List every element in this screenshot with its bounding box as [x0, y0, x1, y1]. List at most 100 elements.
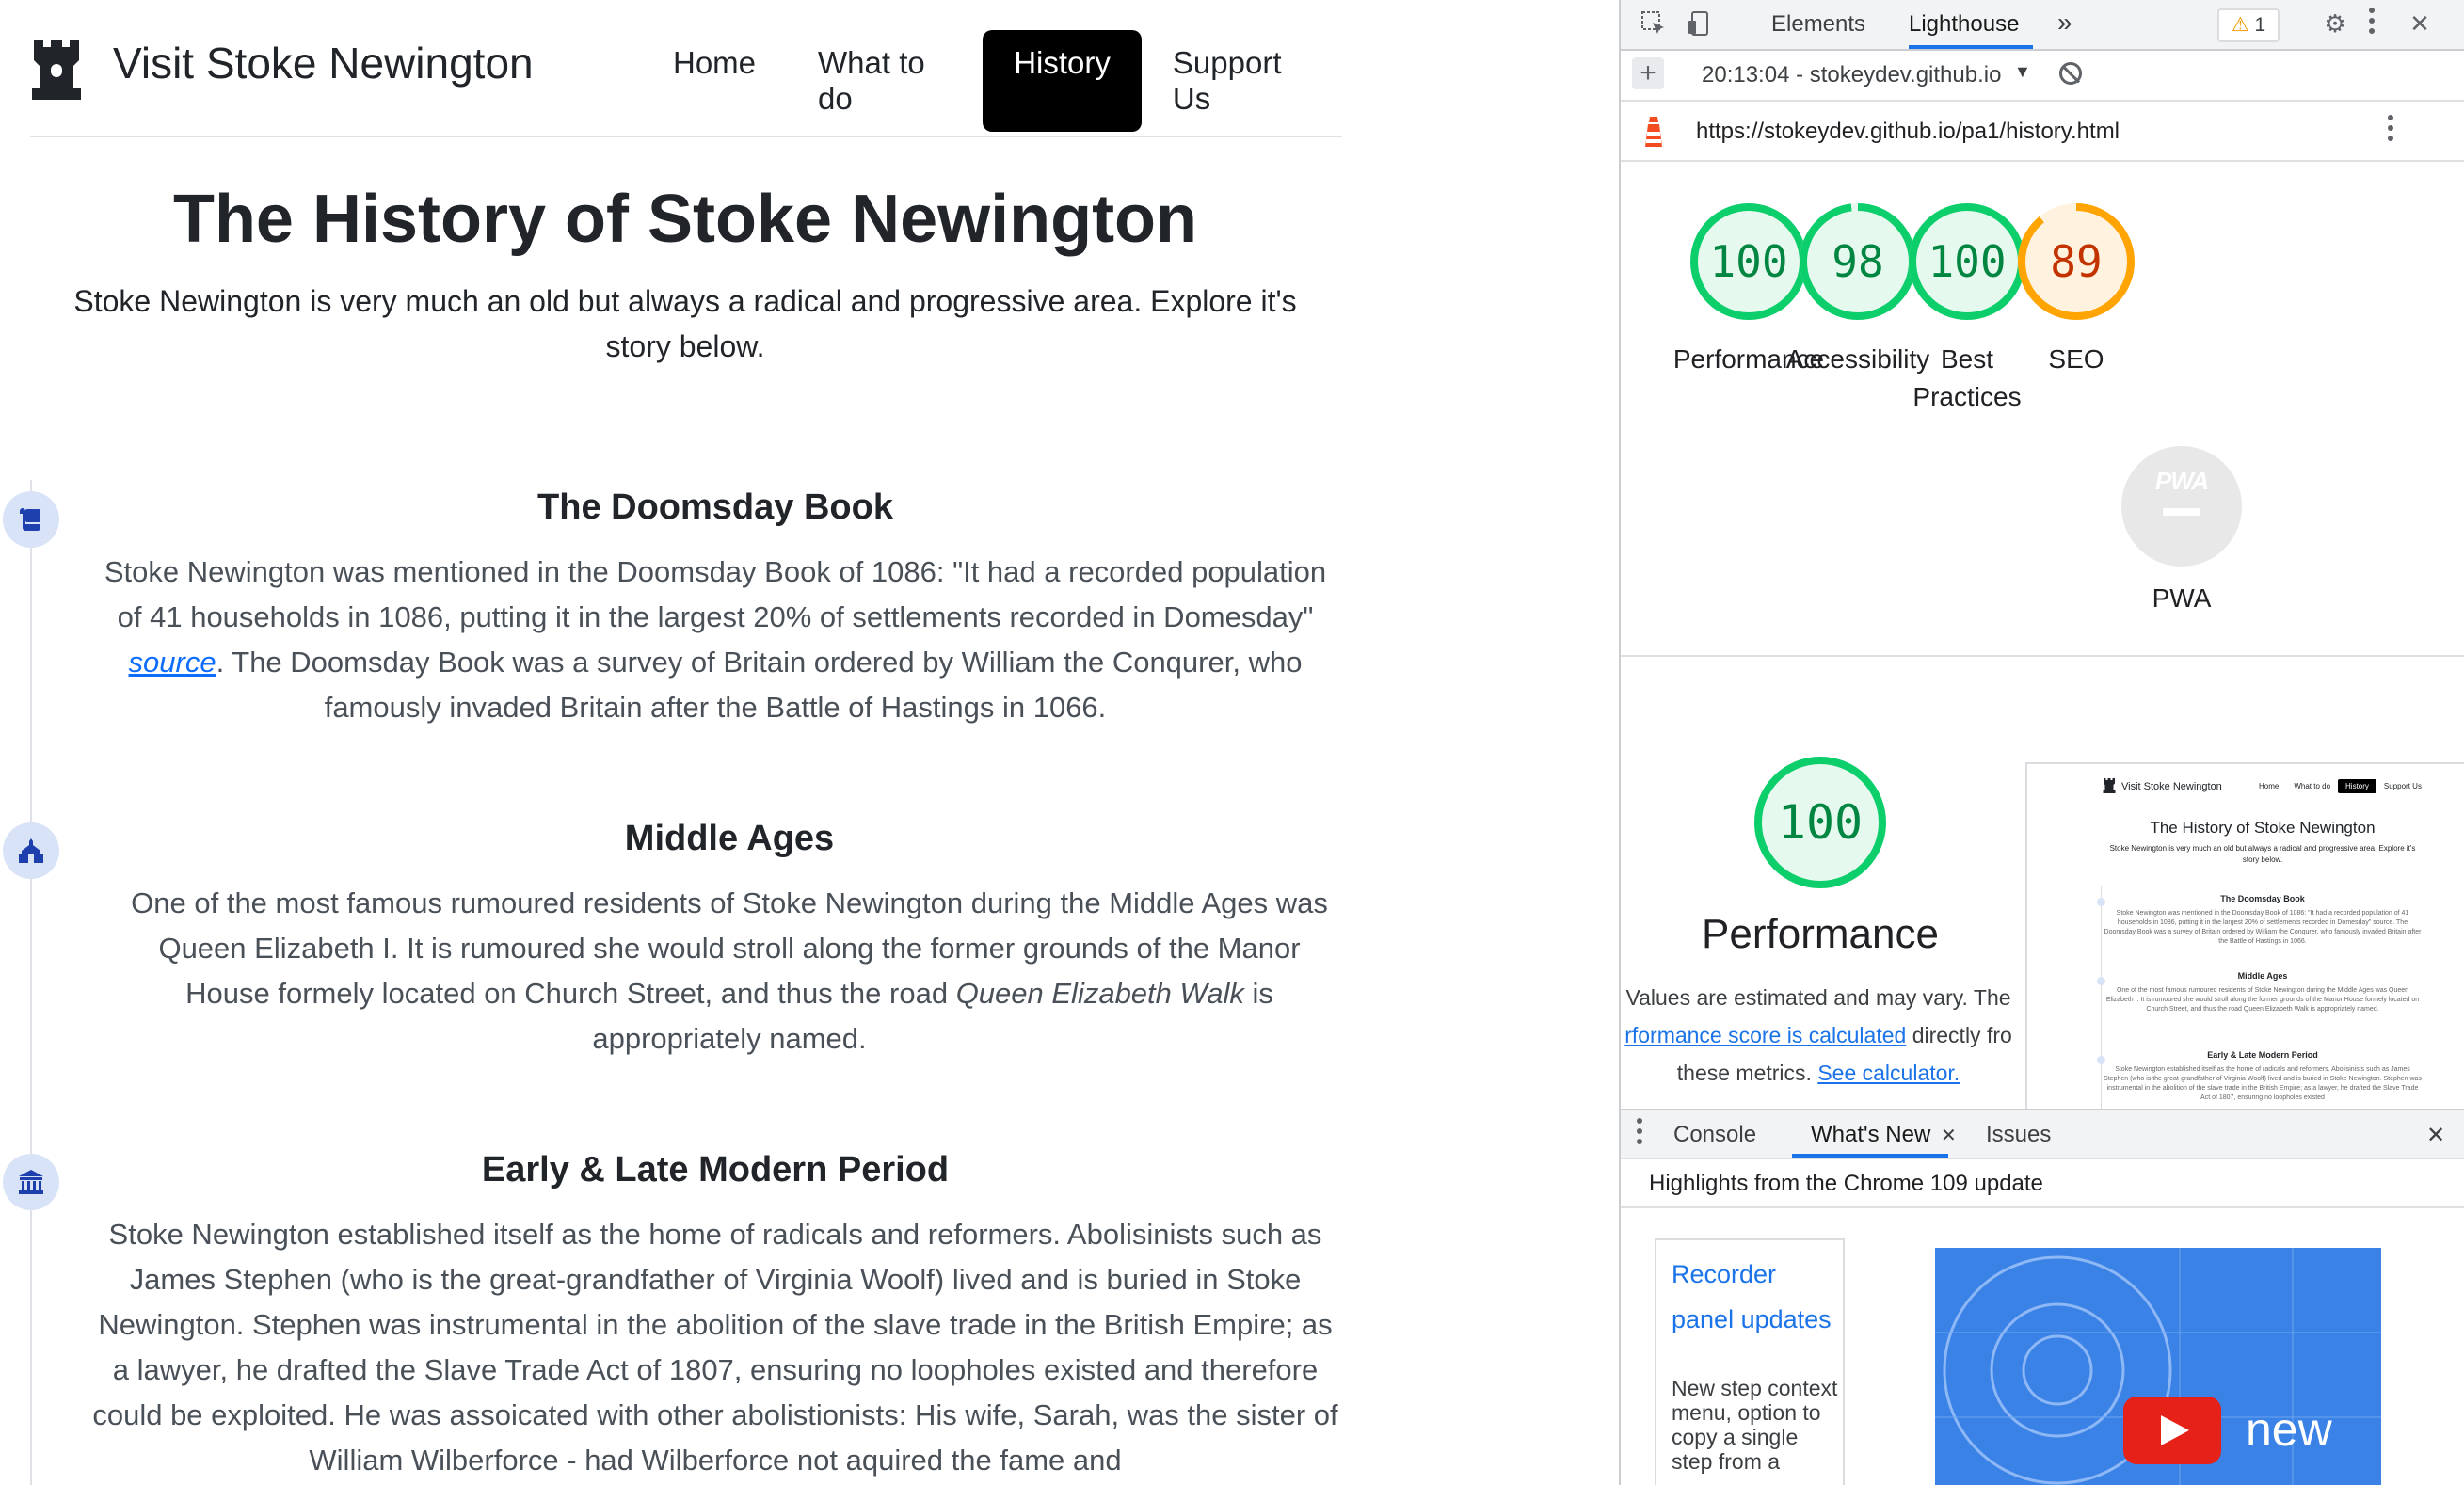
- whats-new-card: Recorder panel updates New step context …: [1655, 1238, 1845, 1485]
- score-calc-link[interactable]: rformance score is calculated: [1624, 1023, 1906, 1047]
- caret-down-icon[interactable]: ▼: [2014, 62, 2031, 82]
- nav-support-us[interactable]: Support Us: [1142, 30, 1342, 132]
- thumb-nav-item: What to do: [2294, 782, 2331, 790]
- thumb-brand: Visit Stoke Newington: [2121, 781, 2222, 792]
- thumb-heading: Middle Ages: [2237, 971, 2288, 981]
- seo-label[interactable]: SEO: [1982, 341, 2170, 378]
- pwa-label[interactable]: PWA: [2088, 580, 2276, 617]
- drawer-active-indicator: [1792, 1154, 1948, 1158]
- performance-score: 100: [1777, 795, 1864, 850]
- drawer-tab-console[interactable]: Console: [1673, 1122, 1756, 1148]
- warnings-count: 1: [2254, 14, 2266, 36]
- section-text-part: . The Doomsday Book was a survey of Brit…: [216, 646, 1303, 724]
- play-icon[interactable]: [2123, 1397, 2221, 1464]
- castle-icon[interactable]: [30, 36, 83, 104]
- close-drawer-icon[interactable]: ✕: [2426, 1122, 2445, 1149]
- clear-reports-icon[interactable]: [2059, 62, 2082, 85]
- tab-elements[interactable]: Elements: [1771, 11, 1865, 38]
- drawer-tab-issues[interactable]: Issues: [1986, 1122, 2051, 1148]
- nav-what-to-do[interactable]: What to do: [787, 30, 983, 132]
- new-report-button[interactable]: +: [1632, 57, 1664, 89]
- section-heading: Early & Late Modern Period: [481, 1150, 950, 1190]
- section-text-part: Stoke Newington was mentioned in the Doo…: [104, 555, 1327, 633]
- drawer-tab-whats-new[interactable]: What's New: [1811, 1122, 1930, 1148]
- close-devtools-icon[interactable]: ✕: [2406, 9, 2434, 38]
- scroll-icon: [3, 491, 59, 548]
- warning-icon: ⚠: [2231, 14, 2249, 36]
- seo-gauge[interactable]: 89: [2012, 198, 2140, 326]
- section-emphasis: Queen Elizabeth Walk: [955, 977, 1244, 1010]
- page-title: The History of Stoke Newington: [172, 182, 1198, 257]
- website-viewport: Visit Stoke Newington Home What to do Hi…: [0, 0, 1619, 1485]
- section-text: Stoke Newington was mentioned in the Doo…: [94, 550, 1336, 730]
- tab-lighthouse[interactable]: Lighthouse: [1909, 11, 2019, 38]
- thumb-text: Stoke Newington established itself as th…: [2104, 1066, 2422, 1101]
- pwa-badge-icon[interactable]: PWA: [2121, 446, 2242, 567]
- desc-line: Values are estimated and may vary. The: [1625, 985, 2011, 1010]
- device-toolbar-icon[interactable]: [1687, 9, 1715, 38]
- customize-menu-icon[interactable]: [2368, 8, 2376, 41]
- screenshot-thumbnail[interactable]: Visit Stoke Newington Home What to do Hi…: [2025, 762, 2464, 1110]
- nav-home[interactable]: Home: [642, 30, 787, 132]
- page-intro: Stoke Newington is very much an old but …: [73, 284, 1297, 363]
- see-calculator-link[interactable]: See calculator.: [1817, 1061, 1960, 1085]
- timeline-line: [30, 480, 32, 1485]
- nav-history[interactable]: History: [983, 30, 1142, 132]
- performance-description: Values are estimated and may vary. The r…: [1621, 979, 2025, 1092]
- report-select[interactable]: 20:13:04 - stokeydev.github.io: [1702, 62, 2012, 88]
- thumb-title: The History of Stoke Newington: [2150, 819, 2376, 837]
- pwa-badge-text: PWA: [2154, 467, 2209, 495]
- section-heading: Middle Ages: [624, 819, 835, 858]
- source-link[interactable]: source: [129, 646, 216, 679]
- whats-new-video[interactable]: new: [1935, 1248, 2381, 1485]
- report-url: https://stokeydev.github.io/pa1/history.…: [1696, 119, 2120, 144]
- thumb-text: Stoke Newington was mentioned in the Doo…: [2104, 910, 2422, 945]
- section-heading: The Doomsday Book: [537, 487, 893, 527]
- gauge-score: 89: [2050, 236, 2103, 287]
- divider: [1621, 655, 2464, 657]
- pwa-dash: [2163, 508, 2200, 516]
- drawer-menu-icon[interactable]: [1636, 1118, 1643, 1152]
- thumb-text: One of the most famous rumoured resident…: [2105, 987, 2420, 1013]
- report-url-bar: https://stokeydev.github.io/pa1/history.…: [1621, 102, 2464, 162]
- warnings-badge[interactable]: ⚠ 1: [2217, 8, 2280, 42]
- landmark-icon: [3, 1154, 59, 1210]
- castle-icon: [2103, 778, 2116, 793]
- section-text: Stoke Newington established itself as th…: [92, 1218, 1338, 1477]
- lighthouse-icon: [1645, 117, 1662, 147]
- thumb-heading: Early & Late Modern Period: [2207, 1050, 2318, 1060]
- devtools-tabbar: Elements Lighthouse » ⚠ 1 ⚙ ✕: [1621, 0, 2464, 51]
- church-icon: [3, 822, 59, 879]
- more-tabs-icon[interactable]: »: [2057, 8, 2072, 38]
- site-navbar: Visit Stoke Newington Home What to do Hi…: [30, 0, 1342, 137]
- desc-text: directly fro: [1906, 1023, 2012, 1047]
- site-brand[interactable]: Visit Stoke Newington: [113, 38, 534, 88]
- desc-text: these metrics.: [1676, 1061, 1818, 1085]
- lighthouse-toolbar: + 20:13:04 - stokeydev.github.io ▼: [1621, 51, 2464, 102]
- thumb-nav-item: Support Us: [2383, 782, 2422, 790]
- card-description: New step context menu, option to copy a …: [1672, 1376, 1838, 1474]
- desc-line: these metrics. See calculator.: [1621, 1054, 2025, 1092]
- video-text: new: [2246, 1403, 2332, 1456]
- desc-line: rformance score is calculated directly f…: [1621, 1016, 2025, 1054]
- site-nav-links: Home What to do History Support Us: [642, 30, 1342, 132]
- report-menu-icon[interactable]: [2387, 115, 2394, 149]
- section-text: One of the most famous rumoured resident…: [122, 881, 1336, 1062]
- whats-new-heading: Highlights from the Chrome 109 update: [1649, 1171, 2043, 1196]
- recorder-updates-link[interactable]: Recorder panel updates: [1672, 1252, 1841, 1342]
- thumb-nav-item: History: [2338, 779, 2376, 793]
- performance-gauge: 100: [1751, 753, 1890, 892]
- performance-title: Performance: [1702, 911, 1939, 957]
- divider: [1621, 1206, 2464, 1208]
- thumb-intro: Stoke Newington is very much an old but …: [2109, 844, 2416, 864]
- settings-gear-icon[interactable]: ⚙: [2321, 9, 2349, 38]
- active-tab-indicator: [1909, 45, 2033, 49]
- inspect-element-icon[interactable]: [1640, 9, 1668, 38]
- drawer-tabbar: Console What's New ✕ Issues ✕: [1621, 1109, 2464, 1159]
- thumb-heading: The Doomsday Book: [2220, 894, 2305, 903]
- devtools-panel: Elements Lighthouse » ⚠ 1 ⚙ ✕ + 20:13:04…: [1619, 0, 2464, 1485]
- thumb-nav: Home What to do History Support Us: [2251, 779, 2429, 793]
- close-tab-icon[interactable]: ✕: [1941, 1124, 1957, 1147]
- thumb-timeline: [2101, 886, 2102, 1109]
- thumb-nav-item: Home: [2259, 782, 2280, 790]
